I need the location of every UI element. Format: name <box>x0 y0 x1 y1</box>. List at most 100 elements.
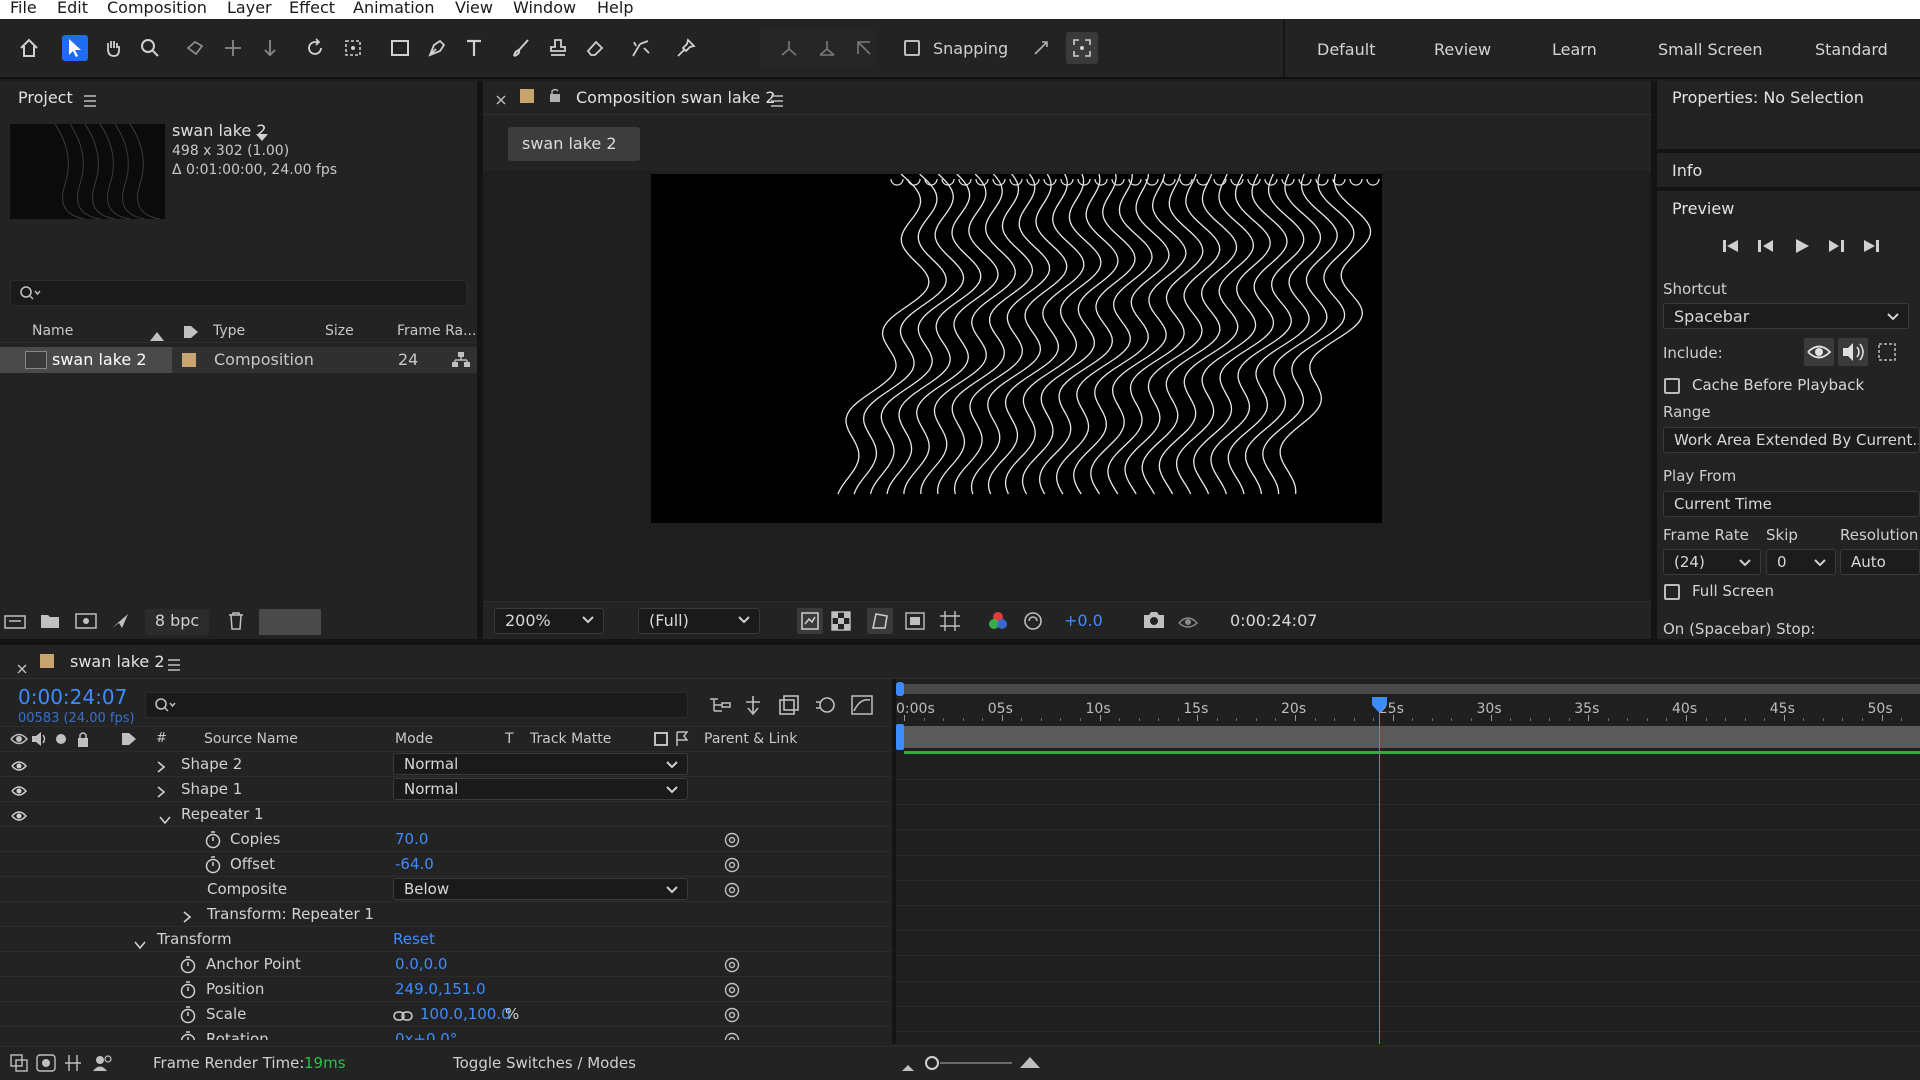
stopwatch-icon[interactable] <box>180 956 196 978</box>
workspace-standard[interactable]: Standard <box>1815 40 1888 59</box>
work-area-bar[interactable] <box>896 726 1920 748</box>
in-out-columns-icon[interactable] <box>64 1054 82 1076</box>
interpret-footage-icon[interactable] <box>4 613 26 633</box>
panel-menu-icon[interactable] <box>167 657 181 675</box>
project-item[interactable]: swan lake 2 Composition 24 <box>0 347 477 373</box>
current-time-display[interactable]: 0:00:24:07 <box>1230 608 1320 634</box>
layer-duration-bar[interactable] <box>904 751 1920 754</box>
include-video-icon[interactable] <box>1804 338 1834 366</box>
text-tool-icon[interactable] <box>461 35 487 61</box>
snapshot-icon[interactable] <box>1143 611 1165 633</box>
graph-editor-icon[interactable] <box>850 694 874 720</box>
matte-invert-icon[interactable] <box>675 731 689 751</box>
collapse-arrow-icon[interactable] <box>159 810 171 828</box>
timeline-zoom-slider[interactable] <box>940 1062 1012 1064</box>
include-overlays-icon[interactable] <box>1876 341 1898 367</box>
shortcut-dropdown[interactable]: Spacebar <box>1663 303 1909 329</box>
clone-stamp-icon[interactable] <box>545 35 571 61</box>
lock-icon[interactable] <box>77 731 89 751</box>
offset-value[interactable]: -64.0 <box>395 855 434 873</box>
column-parent-link[interactable]: Parent & Link <box>704 731 797 747</box>
rotate-tool-icon[interactable] <box>302 35 328 61</box>
eye-icon[interactable] <box>11 808 27 826</box>
mask-visibility-icon[interactable] <box>867 608 893 634</box>
snapping-checkbox[interactable] <box>904 40 920 56</box>
render-time-icon[interactable] <box>92 1054 112 1076</box>
view-axis-icon[interactable] <box>851 35 877 61</box>
roto-brush-icon[interactable] <box>628 35 654 61</box>
flowchart-icon[interactable] <box>452 352 470 372</box>
play-from-dropdown[interactable]: Current Time <box>1663 491 1920 517</box>
selection-tool-icon[interactable] <box>62 35 88 61</box>
menu-animation[interactable]: Animation <box>353 0 435 17</box>
workspace-review[interactable]: Review <box>1434 40 1491 59</box>
menu-edit[interactable]: Edit <box>57 0 88 17</box>
menu-view[interactable]: View <box>455 0 493 17</box>
rotation-value[interactable]: 0x+0.0° <box>395 1030 457 1040</box>
preview-title[interactable]: Preview <box>1672 199 1734 218</box>
properties-title[interactable]: Properties: No Selection <box>1672 88 1864 107</box>
work-area-start-handle[interactable] <box>896 724 904 750</box>
snap-features-icon[interactable] <box>1066 32 1098 64</box>
resolution-dropdown[interactable]: (Full) <box>638 608 760 634</box>
trash-icon[interactable] <box>228 612 244 634</box>
zoom-in-icon[interactable] <box>1018 1055 1042 1073</box>
world-axis-icon[interactable] <box>814 35 840 61</box>
stopwatch-icon[interactable] <box>205 831 221 853</box>
solo-icon[interactable] <box>56 734 66 744</box>
pickwhip-icon[interactable] <box>724 1032 740 1040</box>
snap-edges-icon[interactable] <box>1028 35 1054 61</box>
speaker-icon[interactable] <box>31 731 49 751</box>
pan-camera-icon[interactable] <box>220 35 246 61</box>
info-tab[interactable]: Info <box>1672 161 1702 180</box>
column-mode[interactable]: Mode <box>395 731 433 747</box>
render-queue-icon[interactable] <box>110 612 130 634</box>
include-audio-icon[interactable] <box>1838 338 1868 366</box>
thumbnail-bg-swatch[interactable] <box>259 609 321 635</box>
new-composition-icon[interactable] <box>75 613 97 633</box>
brush-tool-icon[interactable] <box>508 35 534 61</box>
workspace-learn[interactable]: Learn <box>1552 40 1597 59</box>
menu-help[interactable]: Help <box>597 0 633 17</box>
panel-menu-icon[interactable] <box>83 93 97 111</box>
panel-menu-icon[interactable] <box>770 93 784 111</box>
range-dropdown[interactable]: Work Area Extended By Current... <box>1663 427 1920 453</box>
menu-file[interactable]: File <box>10 0 37 17</box>
frame-blending-icon[interactable] <box>778 694 800 720</box>
label-tag-icon[interactable] <box>183 325 199 343</box>
channels-icon[interactable] <box>988 611 1008 635</box>
reset-exposure-icon[interactable] <box>1023 611 1043 635</box>
pickwhip-icon[interactable] <box>724 1007 740 1023</box>
label-color-swatch[interactable] <box>182 353 196 367</box>
timeline-search-input[interactable] <box>145 692 688 718</box>
grid-guides-icon[interactable] <box>939 610 961 636</box>
skip-dropdown[interactable]: 0 <box>1766 549 1836 575</box>
timeline-tab[interactable]: swan lake 2 <box>70 652 165 671</box>
copies-value[interactable]: 70.0 <box>395 830 428 848</box>
close-icon[interactable] <box>17 660 27 678</box>
eye-icon[interactable] <box>11 783 27 801</box>
layer-switches-icon[interactable] <box>10 1054 28 1076</box>
time-ruler[interactable]: 0:00s 05s 10s 15s 20s 25s 30s 35s 40s 45s 50s <box>896 699 1920 721</box>
layer-row[interactable]: Shape 2 Normal <box>0 752 892 777</box>
eraser-tool-icon[interactable] <box>582 35 608 61</box>
previous-frame-icon[interactable] <box>1757 238 1775 258</box>
new-folder-icon[interactable] <box>40 613 60 633</box>
exposure-value[interactable]: +0.0 <box>1064 611 1103 630</box>
project-title[interactable]: Project <box>18 88 73 107</box>
pickwhip-icon[interactable] <box>724 882 740 898</box>
column-track-matte[interactable]: Track Matte <box>530 731 611 747</box>
project-search-input[interactable] <box>10 280 467 306</box>
lock-icon[interactable] <box>549 88 561 106</box>
motion-blur-icon[interactable] <box>814 694 836 720</box>
pan-behind-icon[interactable] <box>340 35 366 61</box>
pickwhip-icon[interactable] <box>724 857 740 873</box>
playhead-handle-icon[interactable] <box>1371 697 1388 713</box>
navigator-start-handle[interactable] <box>896 682 904 696</box>
expand-arrow-icon[interactable] <box>157 784 166 802</box>
orbit-camera-icon[interactable] <box>183 35 209 61</box>
menu-effect[interactable]: Effect <box>289 0 335 17</box>
expand-arrow-icon[interactable] <box>183 909 192 927</box>
property-group-row[interactable]: Repeater 1 <box>0 802 892 827</box>
comp-tab-title[interactable]: Composition swan lake 2 <box>576 88 776 107</box>
